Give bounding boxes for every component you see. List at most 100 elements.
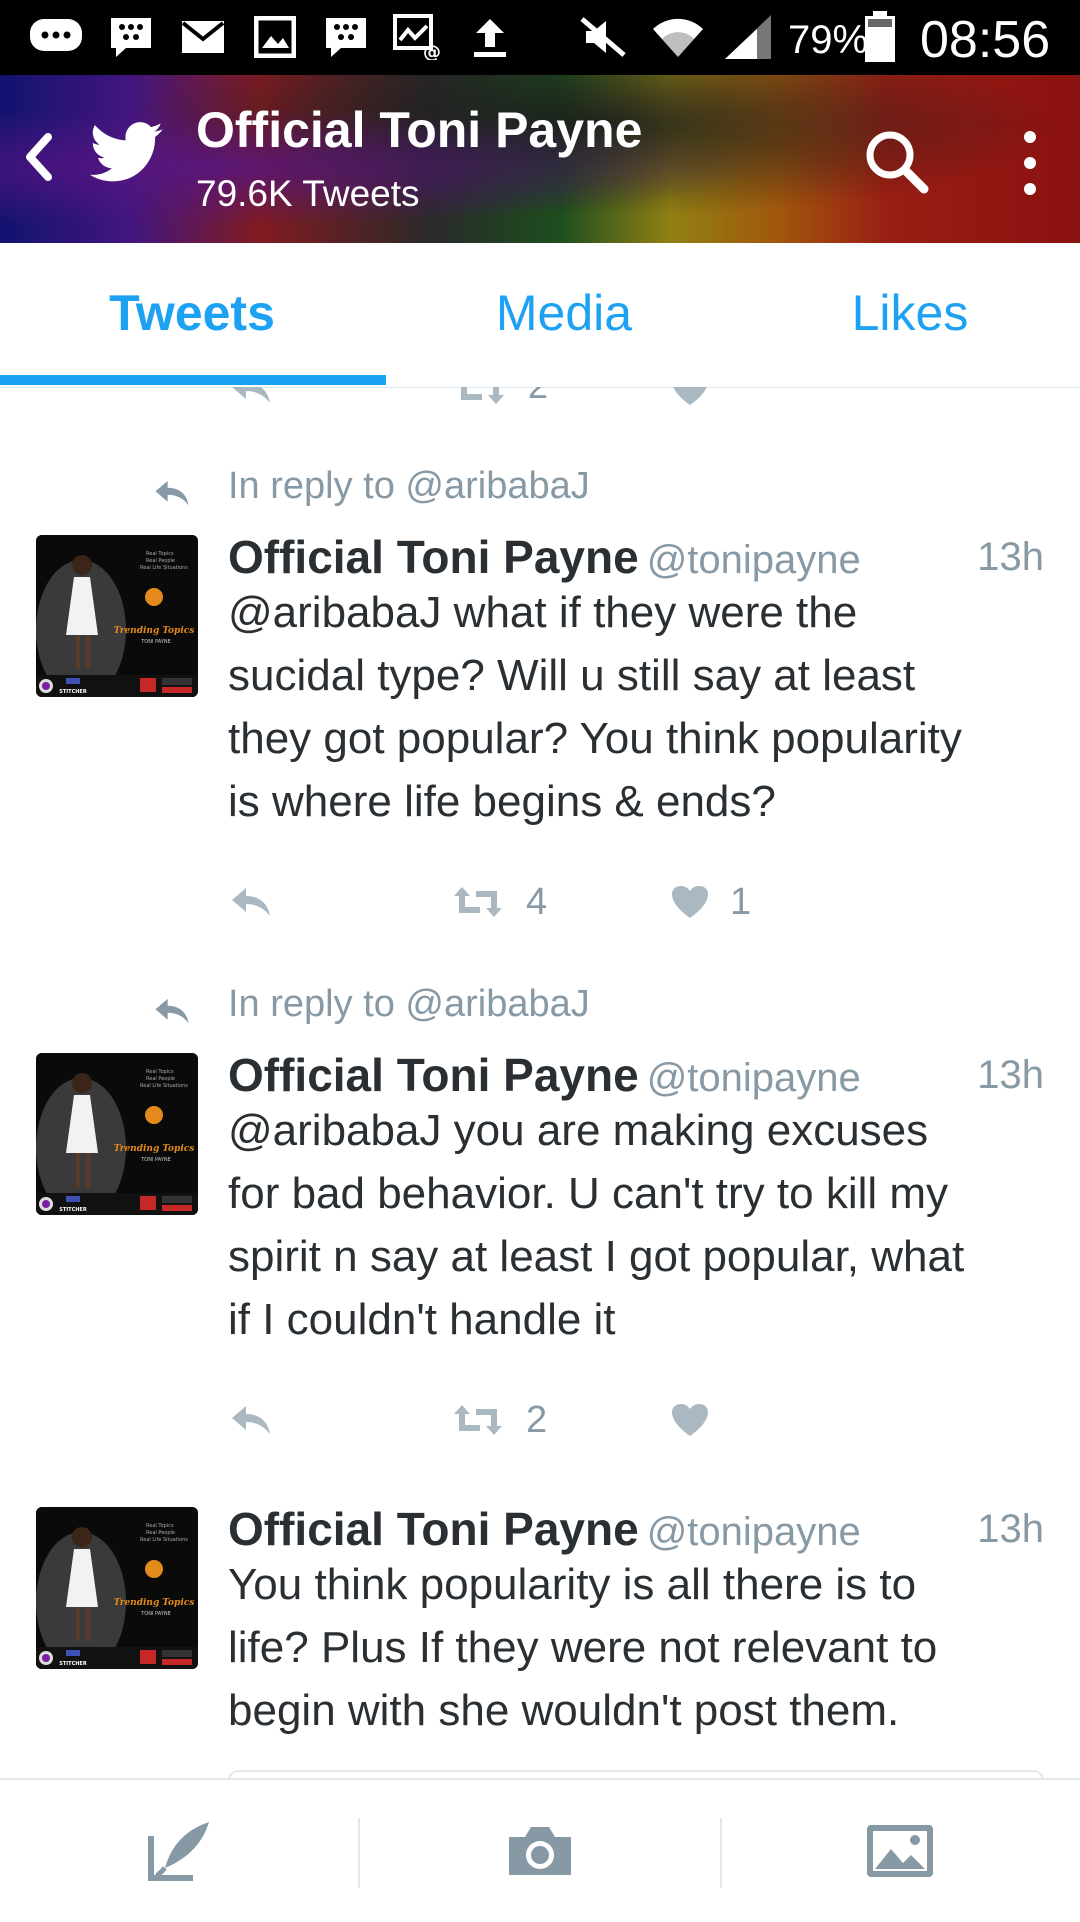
mute-icon [576, 14, 630, 60]
tweet-time: 13h [977, 1507, 1044, 1551]
retweet-button[interactable]: 4 [450, 877, 547, 927]
retweet-icon [454, 1405, 502, 1435]
wifi-icon [648, 14, 708, 60]
tweet-text-line: if I couldn't handle it [228, 1295, 616, 1344]
like-button[interactable] [670, 1395, 710, 1445]
photo-icon [867, 1825, 933, 1877]
tweet-actions: 4 1 [228, 877, 928, 927]
tweet-actions: 2 [228, 1395, 928, 1445]
retweet-icon[interactable] [452, 387, 508, 412]
bbm-icon [106, 14, 156, 60]
author-handle[interactable]: @tonipayne [647, 538, 861, 582]
profile-tabs: Tweets Media Likes [0, 243, 1080, 388]
tweet-text-line: for bad behavior. U can't try to kill my [228, 1169, 949, 1218]
tab-tweets[interactable]: Tweets [12, 243, 372, 387]
tweet-text-line: they got popular? You think popularity [228, 714, 962, 763]
compose-bar [0, 1778, 1080, 1922]
svg-text:Real Life Situations: Real Life Situations [140, 1537, 188, 1543]
twitter-bird-icon [89, 121, 164, 185]
author-name[interactable]: Official Toni Payne [228, 531, 639, 583]
previous-tweet-actions: 2 [0, 387, 1080, 432]
avatar[interactable]: Trending Topics Real Topics Real People … [36, 535, 198, 697]
photo-button[interactable] [720, 1780, 1080, 1922]
like-button[interactable]: 1 [670, 877, 751, 927]
avatar-brand: Trending Topics [114, 626, 195, 636]
avatar-image: Trending Topics Real Topics Real People … [36, 1053, 198, 1215]
tweet-author[interactable]: Official Toni Payne @tonipayne [228, 533, 861, 584]
active-tab-indicator [0, 375, 386, 385]
reply-button[interactable] [228, 1395, 274, 1445]
battery-percent: 79% [788, 18, 869, 62]
reply-icon [232, 888, 270, 916]
svg-text:Real Life Situations: Real Life Situations [140, 565, 188, 571]
retweet-count: 2 [528, 387, 548, 407]
battery-icon [862, 11, 898, 62]
tweet-item[interactable]: Trending Topics Real Topics Real People … [0, 1467, 1080, 1778]
heart-icon[interactable] [670, 387, 710, 412]
svg-text:STITCHER: STITCHER [59, 1661, 87, 1667]
svg-text:STITCHER: STITCHER [59, 1207, 87, 1213]
tweet-text-line: @aribabaJ you are making excuses [228, 1106, 929, 1155]
clock: 08:56 [920, 11, 1051, 69]
camera-button[interactable] [360, 1780, 720, 1922]
avatar[interactable]: Trending Topics Real Topics Real People … [36, 1507, 198, 1669]
tweet-author[interactable]: Official Toni Payne @tonipayne [228, 1051, 861, 1102]
reply-context-icon [152, 477, 198, 513]
in-reply-to[interactable]: In reply to @aribabaJ [228, 465, 590, 508]
more-vertical-icon [1024, 131, 1036, 195]
search-icon [866, 131, 929, 194]
svg-text:Real People: Real People [146, 1076, 175, 1082]
svg-text:Trending Topics: Trending Topics [114, 1144, 195, 1154]
tweet-item[interactable]: In reply to @aribabaJ Trending Topics Re… [0, 949, 1080, 1469]
tweet-time: 13h [977, 535, 1044, 579]
svg-text:TONI PAYNE: TONI PAYNE [140, 639, 170, 645]
tweet-author[interactable]: Official Toni Payne @tonipayne [228, 1505, 861, 1556]
mail-icon [178, 14, 228, 60]
retweet-count: 2 [526, 1398, 548, 1441]
retweet-icon [454, 887, 502, 917]
back-button[interactable] [20, 127, 60, 187]
tweet-text[interactable]: @aribabaJ what if they were the sucidal … [228, 581, 1048, 833]
overflow-menu-button[interactable] [1010, 125, 1050, 201]
reply-icon [232, 1406, 270, 1434]
tweet-text-line: @aribabaJ what if they were the [228, 588, 858, 637]
reply-icon[interactable] [228, 387, 274, 412]
author-handle[interactable]: @tonipayne [647, 1056, 861, 1100]
compose-tweet-button[interactable] [0, 1780, 360, 1922]
svg-text:Real Topics: Real Topics [146, 1523, 174, 1529]
author-name[interactable]: Official Toni Payne [228, 1503, 639, 1555]
tweet-item[interactable]: In reply to @aribabaJ Trending Topics Re… [0, 431, 1080, 951]
in-reply-to[interactable]: In reply to @aribabaJ [228, 983, 590, 1026]
tweet-time: 13h [977, 1053, 1044, 1097]
search-button[interactable] [860, 125, 936, 201]
svg-text:@: @ [423, 42, 441, 60]
tweet-text[interactable]: You think popularity is all there is to … [228, 1553, 1048, 1742]
avatar[interactable]: Trending Topics Real Topics Real People … [36, 1053, 198, 1215]
tweet-text-line: life? Plus If they were not relevant to [228, 1623, 938, 1672]
retweet-button[interactable]: 2 [450, 1395, 547, 1445]
svg-text:Real People: Real People [146, 558, 175, 564]
svg-text:Real Life Situations: Real Life Situations [140, 1083, 188, 1089]
reply-button[interactable] [228, 877, 274, 927]
profile-header: Official Toni Payne 79.6K Tweets [0, 75, 1080, 243]
author-handle[interactable]: @tonipayne [647, 1510, 861, 1554]
tweet-text-line: spirit n say at least I got popular, wha… [228, 1232, 965, 1281]
tab-media[interactable]: Media [384, 243, 744, 387]
svg-text:TONI PAYNE: TONI PAYNE [140, 1157, 170, 1163]
camera-icon [509, 1827, 571, 1875]
svg-text:Real Topics: Real Topics [146, 551, 174, 557]
tweet-text-line: You think popularity is all there is to [228, 1560, 917, 1609]
tweet-text-line: sucidal type? Will u still say at least [228, 651, 916, 700]
retweet-count: 4 [526, 880, 548, 923]
chat-bubble-icon [26, 14, 86, 60]
tweet-text[interactable]: @aribabaJ you are making excuses for bad… [228, 1099, 1048, 1351]
svg-text:STITCHER: STITCHER [59, 689, 87, 695]
tweet-text-line: begin with she wouldn't post them. [228, 1686, 900, 1735]
compose-tweet-icon [148, 1822, 209, 1881]
gallery-icon [252, 14, 298, 60]
author-name[interactable]: Official Toni Payne [228, 1049, 639, 1101]
bbm-icon [322, 14, 370, 60]
svg-text:Real Topics: Real Topics [146, 1069, 174, 1075]
reply-context-icon [152, 995, 198, 1031]
tab-likes[interactable]: Likes [730, 243, 1080, 387]
